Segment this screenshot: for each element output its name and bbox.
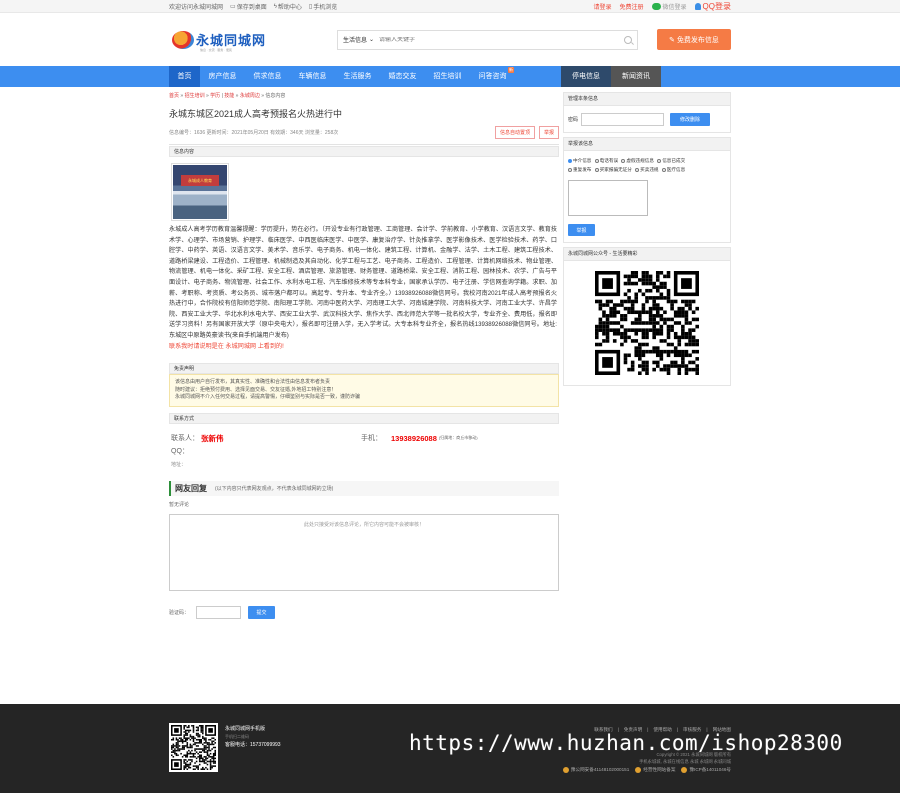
qq-icon	[694, 3, 701, 10]
post-meta-info: 信息编号：1636 更新时间：2021年05月20日 有效期：346天 浏览量：…	[169, 130, 339, 136]
report-radio-agent[interactable]: 中介信息	[568, 157, 591, 165]
monitor-icon: ▭	[230, 4, 236, 10]
report-radio-duplicate[interactable]: 重复发布	[568, 166, 591, 174]
verify-row: 验证码： 提交	[169, 605, 559, 619]
help-link[interactable]: ϟ 帮助中心	[273, 2, 302, 12]
post-title: 永城东城区2021成人高考预报名火热进行中	[169, 109, 343, 119]
icp-badge[interactable]: 豫ICP备14011046号	[681, 767, 731, 773]
crumb-level1[interactable]: 招生培训	[185, 93, 205, 99]
nav-item-news[interactable]: 新闻资讯	[611, 66, 661, 87]
disclaimer-box: 该信息由用户自行发布，其真实性、准确性和合法性由信息发布者负责 随时建议：拒绝预…	[169, 374, 559, 407]
manage-panel: 管理本条信息 密码 修改删除	[563, 92, 731, 133]
search-input[interactable]	[379, 36, 624, 43]
disclaimer-header: 免责声明	[169, 363, 559, 375]
report-radio-done[interactable]: 信息已成交	[657, 157, 685, 165]
icp-badge-icon	[681, 767, 688, 773]
report-panel: 举报该信息 中介信息 电话有误 虚假违规信息 信息已成交 重复发布 买家报骗无证…	[563, 137, 731, 243]
nav-item-home[interactable]: 首页	[169, 66, 200, 87]
phone-location: (归属地：商丘市移动)	[438, 435, 478, 441]
bolt-icon: ϟ	[273, 3, 277, 10]
report-textarea[interactable]	[568, 180, 648, 216]
report-radio-fake[interactable]: 虚假违规信息	[621, 157, 654, 165]
welcome-text: 欢迎访问永城同城网	[169, 5, 224, 11]
login-link[interactable]: 请登录	[594, 2, 612, 11]
crumb-level3[interactable]: 技能	[224, 93, 234, 99]
nav-item-supply[interactable]: 供求信息	[245, 66, 290, 87]
footer-badges: 豫公网安备41148102000151 经营性网站备案 豫ICP备1401104…	[562, 767, 731, 773]
nav-item-qa[interactable]: 问答咨询新	[470, 66, 515, 87]
post-footer-note: 联系我时请说明是在 永城同城网 上看到的!	[169, 342, 284, 350]
crumb-level2[interactable]: 学历	[210, 93, 220, 99]
footer-service-phone: 客服电话：15737099993	[225, 742, 281, 748]
breadcrumb: 首页 » 招生培训 » 学历 | 技能 » 永城周边 » 信息内容	[169, 93, 286, 99]
save-desktop-link[interactable]: ▭ 保存到桌面	[230, 2, 267, 11]
main-nav: 首页 房产信息 供求信息 车辆信息 生活服务 婚恋交友 招生培训 问答咨询新 停…	[0, 66, 900, 87]
footer-mobile-title: 永城同城网手机版	[225, 726, 266, 732]
section-content-header: 信息内容	[169, 146, 559, 157]
mobile-link[interactable]: ▯ 手机浏览	[309, 2, 337, 11]
search-icon[interactable]	[624, 35, 632, 44]
register-link[interactable]: 免费注册	[620, 2, 644, 11]
police-badge[interactable]: 豫公网安备41148102000151	[562, 767, 629, 773]
hot-badge: 新	[508, 67, 514, 73]
reply-header: 网友回复 (以下内容只代表网友观点，不代表永城同城网的立场)	[169, 480, 559, 496]
search-bar: 生活信息 ⌄	[337, 29, 638, 50]
contact-header: 联系方式	[169, 412, 559, 424]
site-logo[interactable]: 永城同城网 信息 · 交流 · 服务 · 便民	[172, 27, 282, 53]
contact-block: 联系人： 张新伟 手机： 13938926088 (归属地：商丘市移动) QQ：…	[171, 433, 478, 468]
manage-password-input[interactable]	[581, 112, 665, 126]
report-radio-scam[interactable]: 买家报骗无证分	[594, 166, 632, 174]
wechat-qr-code	[595, 271, 699, 375]
submit-comment-button[interactable]: 提交	[248, 605, 276, 619]
watermark-text: https://www.huzhan.com/ishop28300	[409, 731, 843, 755]
top-bar: 欢迎访问永城同城网 ▭ 保存到桌面 ϟ 帮助中心 ▯ 手机浏览 请登录 免费注册 微信…	[0, 0, 900, 13]
wechat-icon	[651, 3, 661, 10]
comment-textarea[interactable]: 此处只接受对该信息评论，所它内容可能不会被审核！	[169, 513, 559, 591]
nav-item-house[interactable]: 房产信息	[200, 66, 245, 87]
post-info-button[interactable]: ✎ 免费发布信息	[657, 29, 731, 50]
phone-icon: ▯	[308, 4, 313, 10]
search-category-select[interactable]: 生活信息 ⌄	[343, 35, 374, 44]
main-content: 首页 » 招生培训 » 学历 | 技能 » 永城周边 » 信息内容 永城东城区2…	[169, 92, 559, 619]
no-comments-text: 暂无评论	[169, 501, 190, 508]
nav-item-dating[interactable]: 婚恋交友	[380, 66, 425, 87]
crumb-level4[interactable]: 永城周边	[240, 93, 260, 99]
site-header: 永城同城网 信息 · 交流 · 服务 · 便民 生活信息⌄ ✎免费发布信息	[0, 13, 900, 66]
report-radio-phone[interactable]: 电话有误	[594, 157, 618, 165]
sidebar: 管理本条信息 密码 修改删除 举报该信息 中介信息 电话有误 虚假违规信息 信息…	[563, 92, 731, 619]
report-button[interactable]: 举报	[538, 126, 559, 139]
contact-person: 张新伟	[201, 433, 224, 443]
report-submit-button[interactable]: 举报	[568, 224, 595, 236]
captcha-input[interactable]	[196, 605, 242, 619]
report-radio-illegal[interactable]: 买卖违规	[635, 166, 659, 174]
nav-item-car[interactable]: 车辆信息	[290, 66, 335, 87]
edit-icon: ✎	[669, 36, 675, 44]
wechat-panel: 永城同城网公众号 - 生活要精彩	[563, 247, 731, 386]
contact-phone[interactable]: 13938926088	[391, 434, 437, 443]
nav-item-life[interactable]: 生活服务	[335, 66, 380, 87]
photo-sign-text: 永城成人教育	[181, 175, 219, 186]
post-body: 永城成人高考学历教育温馨提醒：学历提升，势在必行。（开设专业有行政管理、工商管理…	[169, 226, 557, 350]
business-badge[interactable]: 经营性网站备案	[635, 767, 675, 773]
logo-mark-icon	[172, 30, 194, 49]
address-label: 地址：	[171, 461, 187, 468]
business-badge-icon	[635, 767, 642, 773]
nav-item-training[interactable]: 招生培训	[425, 66, 470, 87]
mobile-qr-code	[169, 723, 218, 772]
modify-delete-button[interactable]: 修改删除	[670, 112, 711, 126]
post-meta: 信息编号：1636 更新时间：2021年05月20日 有效期：346天 浏览量：…	[169, 126, 559, 145]
qq-label: QQ：	[171, 448, 189, 456]
crumb-home[interactable]: 首页	[169, 93, 179, 99]
post-photo[interactable]: 永城成人教育	[171, 163, 229, 221]
wechat-login-link[interactable]: 微信登录	[651, 2, 687, 11]
report-radio-medical[interactable]: 医疗信息	[661, 166, 685, 174]
nav-item-outage[interactable]: 停电信息	[561, 66, 611, 87]
chevron-down-icon: ⌄	[369, 37, 375, 43]
crumb-current: 信息内容	[265, 93, 286, 99]
police-badge-icon	[562, 767, 569, 773]
auto-top-button[interactable]: 信息自动置顶	[494, 126, 535, 139]
qq-login-link[interactable]: QQ登录	[694, 1, 731, 12]
